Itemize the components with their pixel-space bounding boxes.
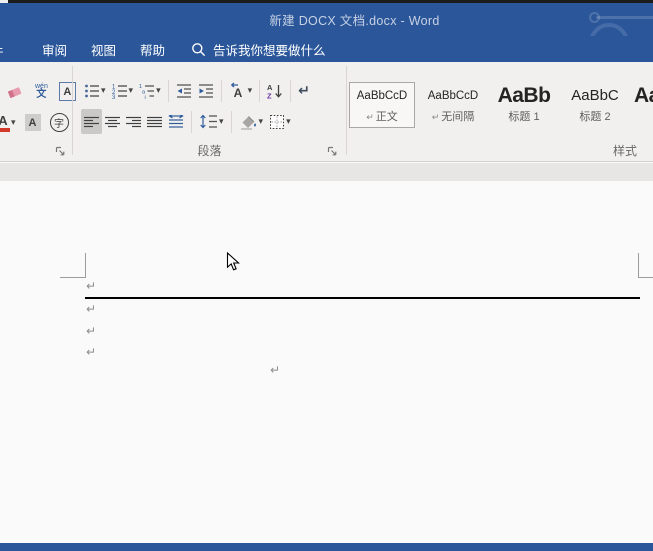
align-left-button[interactable]: [81, 109, 102, 134]
style-item-no-spacing[interactable]: AaBbCcD ↵无间隔: [420, 82, 486, 128]
paragraph-group-label: 段落: [73, 142, 346, 159]
margin-crop-mark-left: [60, 253, 86, 278]
search-icon: [191, 42, 206, 57]
svg-text:Z: Z: [267, 91, 272, 99]
status-bar[interactable]: [0, 543, 653, 551]
paragraph-group: ▾ 123 ▾ 1ai: [73, 62, 346, 161]
separator: [290, 80, 291, 102]
distributed-button[interactable]: [165, 109, 187, 134]
svg-text:i: i: [145, 95, 146, 99]
word-window: 新建 DOCX 文档.docx - Word 件 审阅 视图 帮助 告诉我你想要…: [0, 0, 653, 551]
ribbon-tab-row: 件 审阅 视图 帮助 告诉我你想要做什么: [0, 36, 653, 62]
tell-me-control[interactable]: 告诉我你想要做什么: [191, 40, 326, 59]
show-formatting-marks-button[interactable]: ↵: [295, 78, 313, 103]
margin-crop-mark-right: [638, 253, 653, 278]
decrease-indent-button[interactable]: [173, 78, 195, 103]
phonetic-guide-button[interactable]: wén 文: [32, 79, 51, 104]
svg-text:3: 3: [112, 95, 116, 99]
styles-group-label: 样式: [347, 142, 653, 159]
borders-icon: [269, 114, 285, 130]
character-shading-button[interactable]: A: [22, 110, 44, 135]
chevron-down-icon[interactable]: ▾: [129, 86, 134, 95]
paragraph-mark: ↵: [270, 364, 280, 376]
separator: [191, 111, 192, 133]
phonetic-guide-icon: wén 文: [35, 83, 48, 100]
separator: [168, 80, 169, 102]
paragraph-mark-icon: ↵: [298, 82, 310, 99]
ribbon: wén 文 A A ▾ A: [0, 62, 653, 162]
increase-indent-button[interactable]: [195, 78, 217, 103]
mouse-cursor-icon: [226, 252, 240, 273]
paragraph-mark-icon: ↵: [366, 112, 374, 122]
chevron-down-icon[interactable]: ▾: [259, 117, 264, 126]
separator: [231, 111, 232, 133]
eraser-icon: [6, 84, 24, 100]
chevron-down-icon[interactable]: ▾: [286, 117, 291, 126]
line-spacing-icon: [199, 114, 218, 129]
chevron-down-icon[interactable]: ▾: [156, 86, 161, 95]
increase-indent-icon: [198, 83, 214, 99]
font-group: wén 文 A A ▾ A: [0, 62, 72, 161]
asian-layout-icon: A: [229, 82, 247, 99]
chevron-down-icon[interactable]: ▾: [248, 86, 253, 95]
paragraph-mark: ↵: [86, 346, 96, 358]
numbered-list-icon: 123: [112, 83, 128, 99]
align-center-icon: [105, 116, 120, 128]
paragraph-dialog-launcher[interactable]: [327, 146, 338, 157]
paint-bucket-icon: [239, 114, 258, 130]
align-left-icon: [84, 116, 99, 128]
decrease-indent-icon: [176, 83, 192, 99]
paragraph-mark: ↵: [86, 303, 96, 315]
styles-group: AaBbCcD ↵正文 AaBbCcD ↵无间隔 AaBb 标题 1 AaBbC…: [347, 62, 653, 161]
clear-formatting-button[interactable]: [3, 79, 27, 104]
style-item-heading2[interactable]: AaBbC 标题 2: [562, 82, 628, 128]
paragraph-mark: ↵: [86, 325, 96, 337]
align-right-icon: [126, 116, 141, 128]
chevron-down-icon[interactable]: ▾: [11, 118, 16, 127]
multilevel-list-icon: 1ai: [139, 83, 155, 99]
tab-help[interactable]: 帮助: [128, 40, 177, 59]
multilevel-list-button[interactable]: 1ai ▾: [136, 78, 164, 103]
style-item-heading1[interactable]: AaBb 标题 1: [491, 82, 557, 128]
tab-review[interactable]: 审阅: [30, 40, 79, 59]
chevron-down-icon[interactable]: ▾: [219, 117, 224, 126]
character-shading-icon: A: [25, 114, 41, 131]
justify-icon: [147, 116, 162, 128]
align-right-button[interactable]: [123, 109, 144, 134]
separator: [259, 80, 260, 102]
styles-gallery: AaBbCcD ↵正文 AaBbCcD ↵无间隔 AaBb 标题 1 AaBbC…: [349, 82, 653, 128]
line-spacing-button[interactable]: ▾: [196, 109, 227, 134]
style-item-partial[interactable]: AaBbCcD: [633, 82, 653, 128]
numbering-button[interactable]: 123 ▾: [109, 78, 137, 103]
enclose-characters-button[interactable]: 字: [47, 110, 72, 135]
font-color-button[interactable]: A ▾: [0, 110, 19, 135]
shading-button[interactable]: ▾: [236, 109, 267, 134]
separator: [221, 80, 222, 102]
paragraph-border-line: [85, 297, 640, 299]
sort-button[interactable]: A Z: [264, 78, 286, 103]
font-dialog-launcher[interactable]: [55, 146, 66, 157]
tab-view[interactable]: 视图: [79, 40, 128, 59]
align-center-button[interactable]: [102, 109, 123, 134]
enclose-characters-icon: 字: [50, 113, 69, 132]
chevron-down-icon[interactable]: ▾: [101, 86, 106, 95]
bullets-button[interactable]: ▾: [81, 78, 109, 103]
paragraph-mark: ↵: [86, 280, 96, 292]
window-title: 新建 DOCX 文档.docx - Word: [269, 10, 439, 29]
paragraph-mark-icon: ↵: [432, 112, 440, 122]
watermark-line: [596, 16, 653, 19]
font-color-icon: A: [0, 114, 10, 132]
title-bar: 新建 DOCX 文档.docx - Word: [0, 3, 653, 36]
asian-layout-button[interactable]: A ▾: [226, 78, 256, 103]
tab-partial-left[interactable]: 件: [0, 40, 30, 58]
document-page[interactable]: [0, 181, 653, 543]
sort-icon: A Z: [267, 83, 283, 99]
style-item-normal[interactable]: AaBbCcD ↵正文: [349, 82, 415, 128]
bullet-list-icon: [84, 83, 100, 99]
tell-me-label: 告诉我你想要做什么: [213, 40, 326, 59]
borders-button[interactable]: ▾: [266, 109, 294, 134]
distributed-icon: [168, 115, 184, 129]
justify-button[interactable]: [144, 109, 165, 134]
ribbon-page-gap: [0, 162, 653, 181]
